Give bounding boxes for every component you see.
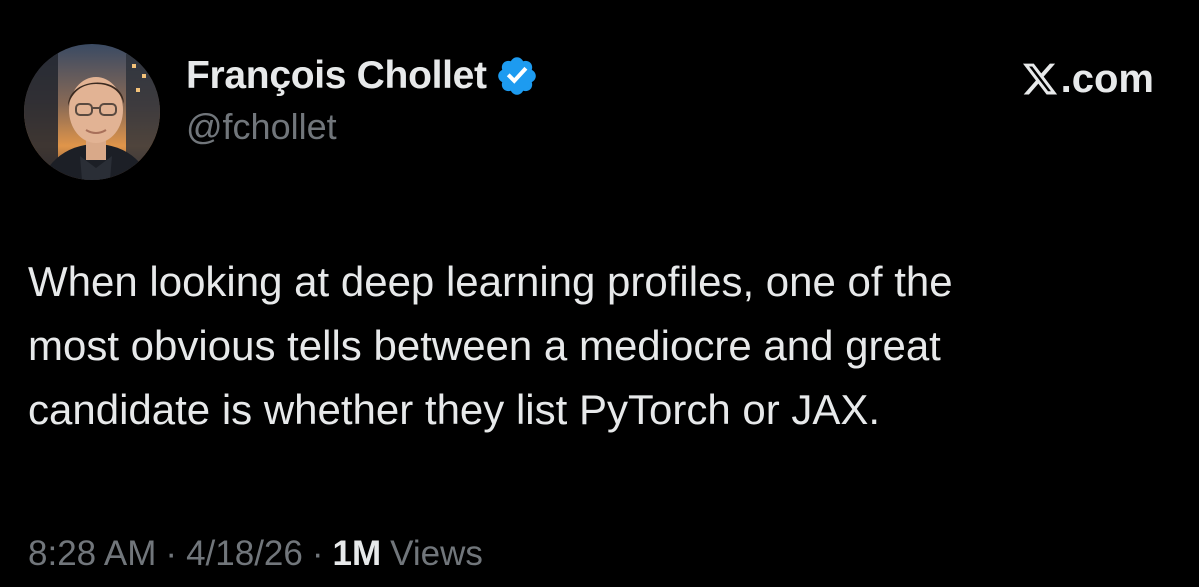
author-handle[interactable]: @fchollet: [186, 106, 539, 148]
tweet-text: When looking at deep learning profiles, …: [28, 250, 1178, 442]
site-domain-label: .com: [1060, 56, 1154, 101]
tweet-time[interactable]: 8:28 AM: [28, 534, 156, 574]
views-count[interactable]: 1M: [333, 534, 382, 574]
tweet-text-line: most obvious tells between a mediocre an…: [28, 322, 941, 369]
meta-separator: ·: [165, 534, 178, 573]
tweet-card: François Chollet @fchollet .com When loo…: [0, 0, 1199, 587]
meta-separator: ·: [311, 534, 324, 573]
author-name-row: François Chollet: [186, 52, 539, 100]
verified-badge-icon[interactable]: [495, 54, 539, 98]
tweet-meta: 8:28 AM · 4/18/26 · 1M Views: [28, 530, 483, 578]
x-logo-icon: [1021, 60, 1059, 98]
tweet-date[interactable]: 4/18/26: [186, 534, 303, 574]
avatar[interactable]: [24, 44, 160, 180]
tweet-text-line: When looking at deep learning profiles, …: [28, 258, 953, 305]
tweet-text-line: candidate is whether they list PyTorch o…: [28, 386, 881, 433]
author-display-name[interactable]: François Chollet: [186, 54, 487, 98]
views-label: Views: [390, 534, 483, 573]
author-block: François Chollet @fchollet: [186, 52, 539, 148]
avatar-image: [24, 44, 160, 180]
site-label[interactable]: .com: [1021, 55, 1154, 103]
